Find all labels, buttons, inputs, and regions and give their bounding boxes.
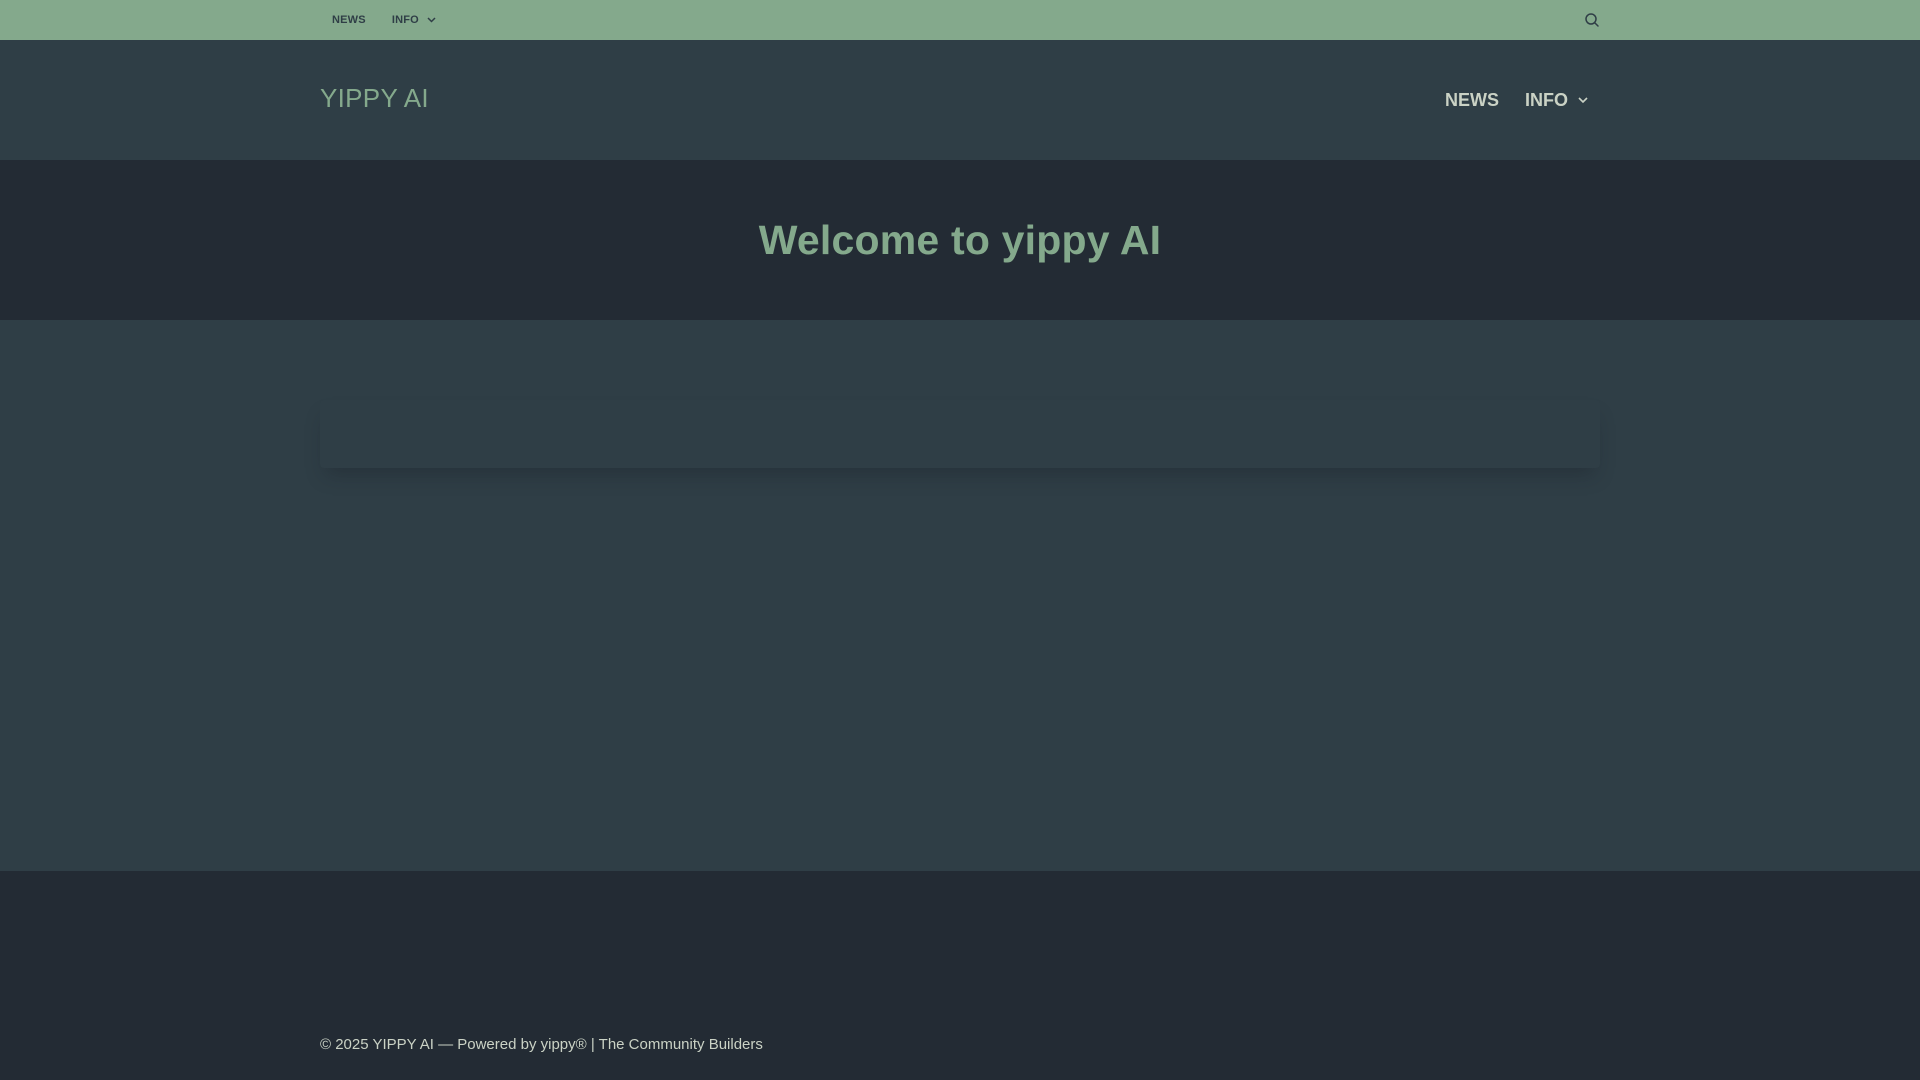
top-nav-item-label: INFO — [391, 14, 419, 26]
content-card — [320, 400, 1600, 468]
chevron-down-icon — [1578, 96, 1588, 104]
main-content — [0, 320, 1920, 871]
top-nav-item-news[interactable]: NEWS — [332, 14, 366, 26]
footer-copyright: © 2025 YIPPY AI — Powered by yippy® | Th… — [320, 1036, 763, 1053]
top-nav-item-info[interactable]: INFO — [392, 14, 436, 26]
site-footer: © 2025 YIPPY AI — Powered by yippy® | Th… — [0, 871, 1920, 1080]
site-header: YIPPY AI NEWS INFO — [0, 40, 1920, 160]
chevron-down-icon — [427, 17, 436, 23]
main-nav-item-label: INFO — [1525, 89, 1568, 110]
site-title[interactable]: YIPPY AI — [320, 83, 429, 114]
main-nav-item-info[interactable]: INFO — [1525, 90, 1588, 111]
main-nav: NEWS INFO — [1419, 40, 1588, 160]
top-bar-inner: NEWS INFO — [320, 0, 1600, 40]
top-nav: NEWS INFO — [332, 0, 462, 40]
header-inner: YIPPY AI NEWS INFO — [320, 40, 1600, 160]
top-bar: NEWS INFO — [0, 0, 1920, 40]
hero-banner: Welcome to yippy AI — [0, 160, 1920, 320]
top-nav-item-label: NEWS — [332, 14, 366, 26]
page-title: Welcome to yippy AI — [758, 216, 1162, 263]
search-icon[interactable] — [1584, 12, 1600, 28]
main-nav-item-label: NEWS — [1445, 89, 1499, 110]
main-nav-item-news[interactable]: NEWS — [1445, 90, 1499, 111]
